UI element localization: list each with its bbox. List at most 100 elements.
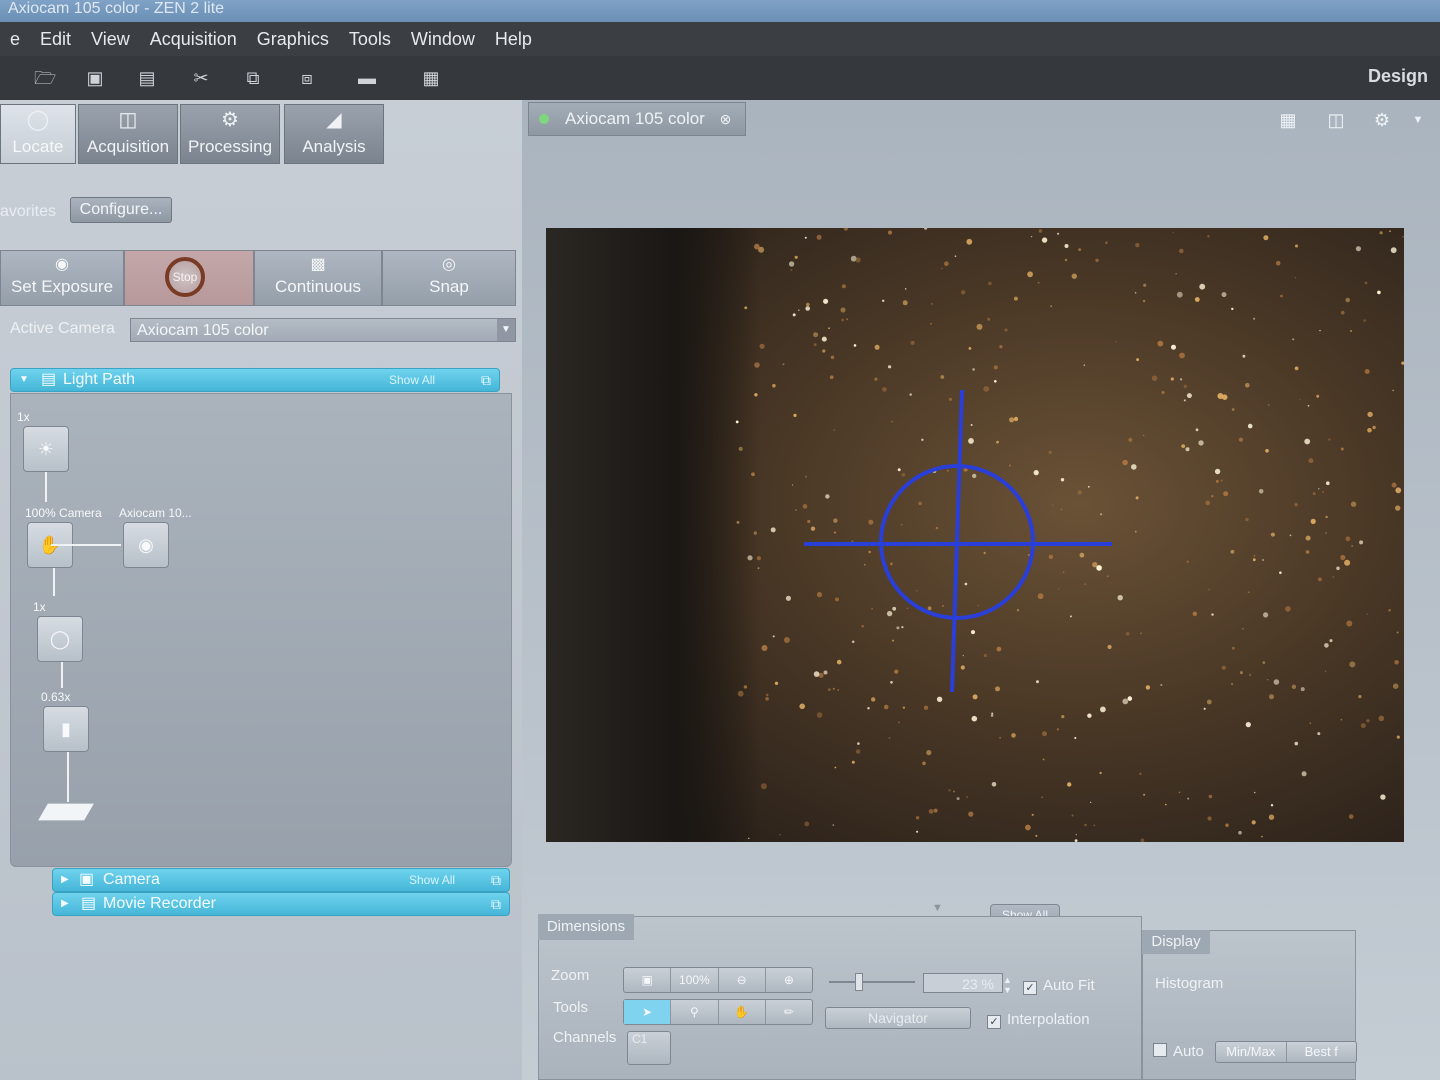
popout-icon[interactable]: ⧉ (481, 369, 491, 391)
toolbar: 🗁 ▣ ▤ ✂ ⧉ ⧈ ▬ ▦ Design (0, 56, 1440, 101)
sparkle (1106, 575, 1109, 578)
zoom-in-icon[interactable]: ⊕ (766, 968, 812, 992)
sparkle (853, 344, 857, 347)
display-tab[interactable]: Display (1142, 930, 1210, 954)
open-folder-icon[interactable]: 🗁 (34, 68, 56, 88)
popout-icon[interactable]: ⧉ (491, 893, 501, 915)
tab-acquisition[interactable]: ◫ Acquisition (78, 104, 178, 164)
menu-file[interactable]: e (0, 29, 30, 50)
channel-c1-button[interactable]: C1 (627, 1031, 671, 1065)
menu-edit[interactable]: Edit (30, 29, 81, 50)
grid-view-icon[interactable]: ▦ (1274, 110, 1302, 130)
continuous-button[interactable]: ▩ Continuous (254, 250, 382, 306)
zoom-out-icon[interactable]: ⊖ (719, 968, 766, 992)
image-document-tab[interactable]: Axiocam 105 color ⊗ (528, 102, 746, 136)
sparkle (821, 336, 827, 342)
sparkle (1292, 338, 1295, 341)
configure-button[interactable]: Configure... (70, 197, 172, 223)
sparkle (1225, 823, 1229, 827)
menu-window[interactable]: Window (401, 29, 485, 50)
sparkle (1325, 515, 1328, 519)
navigator-button[interactable]: Navigator (825, 1007, 971, 1029)
paste-icon[interactable]: ⧈ (296, 68, 318, 88)
sparkle (1192, 611, 1197, 616)
pan-hand-icon[interactable]: ✋ (719, 1000, 766, 1024)
adapter-node[interactable]: ▮ (43, 706, 89, 752)
stop-button[interactable]: Stop (124, 250, 254, 306)
pointer-icon[interactable]: ➤ (624, 1000, 672, 1024)
sparkle (1377, 290, 1381, 295)
set-exposure-button[interactable]: ◉ Set Exposure (0, 250, 124, 306)
auto-fit-checkbox[interactable]: ✓ Auto Fit (1023, 977, 1095, 995)
light-source-node[interactable]: ☀ (23, 426, 69, 472)
collapse-arrow-icon[interactable]: ▼ (932, 902, 943, 914)
best-fit-button[interactable]: Best f (1287, 1042, 1357, 1062)
close-icon[interactable]: ⊗ (720, 111, 732, 127)
sparkle (1309, 722, 1312, 725)
active-camera-select[interactable]: Axiocam 105 color ▼ (130, 318, 516, 342)
sparkle (874, 344, 880, 350)
light-path-header[interactable]: ▼ ▤ Light Path Show All ⧉ (10, 368, 500, 392)
minmax-button[interactable]: Min/Max (1216, 1042, 1287, 1062)
sparkle (1279, 571, 1282, 574)
interpolation-checkbox[interactable]: ✓ Interpolation (987, 1011, 1090, 1029)
live-image-view[interactable] (546, 228, 1404, 842)
pencil-icon[interactable]: ✏ (766, 1000, 812, 1024)
sparkle (754, 393, 758, 397)
zoom-slider[interactable] (829, 981, 915, 983)
auto-checkbox[interactable]: Auto (1153, 1043, 1204, 1060)
spinner-arrows-icon[interactable]: ▲ ▼ (1003, 975, 1012, 995)
sparkle (1075, 834, 1077, 836)
sparkle (964, 582, 968, 586)
ruler-icon[interactable]: ▬ (354, 68, 380, 88)
sparkle (1016, 609, 1020, 612)
popout-icon[interactable]: ⧉ (491, 869, 501, 891)
zoom-value-input[interactable]: 23 % (923, 973, 1003, 993)
menu-graphics[interactable]: Graphics (247, 29, 339, 50)
menu-tools[interactable]: Tools (339, 29, 401, 50)
menu-view[interactable]: View (81, 29, 140, 50)
sparkle (772, 383, 776, 388)
cut-icon[interactable]: ✂ (190, 68, 212, 88)
tab-locate[interactable]: ◯ Locate (0, 104, 76, 164)
sparkle (1391, 482, 1397, 488)
tab-analysis[interactable]: ◢ Analysis (284, 104, 384, 164)
split-view-icon[interactable]: ◫ (1322, 110, 1350, 130)
movie-recorder-header[interactable]: ▶ ▤ Movie Recorder ⧉ (52, 892, 510, 916)
sparkle (1318, 488, 1320, 490)
camera-node[interactable]: ◉ (123, 522, 169, 568)
sparkle (923, 705, 929, 710)
zoom-100-button[interactable]: 100% (671, 968, 719, 992)
sparkle (770, 527, 776, 533)
zoom-slider-handle[interactable] (855, 973, 863, 991)
image-icon[interactable]: ▦ (416, 68, 446, 88)
sparkle (930, 322, 932, 325)
snap-button[interactable]: ◎ Snap (382, 250, 516, 306)
save-icon[interactable]: ▣ (84, 68, 106, 88)
sparkle (1042, 731, 1047, 737)
display-mode-group: Min/Max Best f (1215, 1041, 1357, 1063)
chevron-down-icon[interactable]: ▼ (1404, 110, 1432, 130)
gear-icon[interactable]: ⚙ (1368, 110, 1396, 130)
fit-icon[interactable]: ▣ (624, 968, 672, 992)
zoom-box-icon[interactable]: ⚲ (671, 1000, 719, 1024)
sparkle (1267, 679, 1269, 681)
camera-section-header[interactable]: ▶ ▣ Camera Show All ⧉ (52, 868, 510, 892)
tab-processing[interactable]: ⚙ Processing (180, 104, 280, 164)
sparkle (841, 318, 844, 322)
design-label[interactable]: Design (1368, 66, 1428, 87)
copy-icon[interactable]: ⧉ (242, 68, 264, 88)
save-as-icon[interactable]: ▤ (136, 68, 158, 88)
menu-acquisition[interactable]: Acquisition (140, 29, 247, 50)
dimensions-tab[interactable]: Dimensions (538, 914, 634, 940)
show-all-toggle[interactable]: Show All (389, 369, 435, 391)
sparkle (1294, 741, 1299, 746)
sparkle (1291, 684, 1297, 689)
sparkle (1322, 491, 1324, 493)
show-all-toggle[interactable]: Show All (409, 869, 455, 891)
sparkle (933, 808, 938, 813)
sparkle (954, 255, 957, 257)
optovar-node[interactable]: ◯ (37, 616, 83, 662)
menu-help[interactable]: Help (485, 29, 542, 50)
sparkle (1048, 450, 1052, 454)
